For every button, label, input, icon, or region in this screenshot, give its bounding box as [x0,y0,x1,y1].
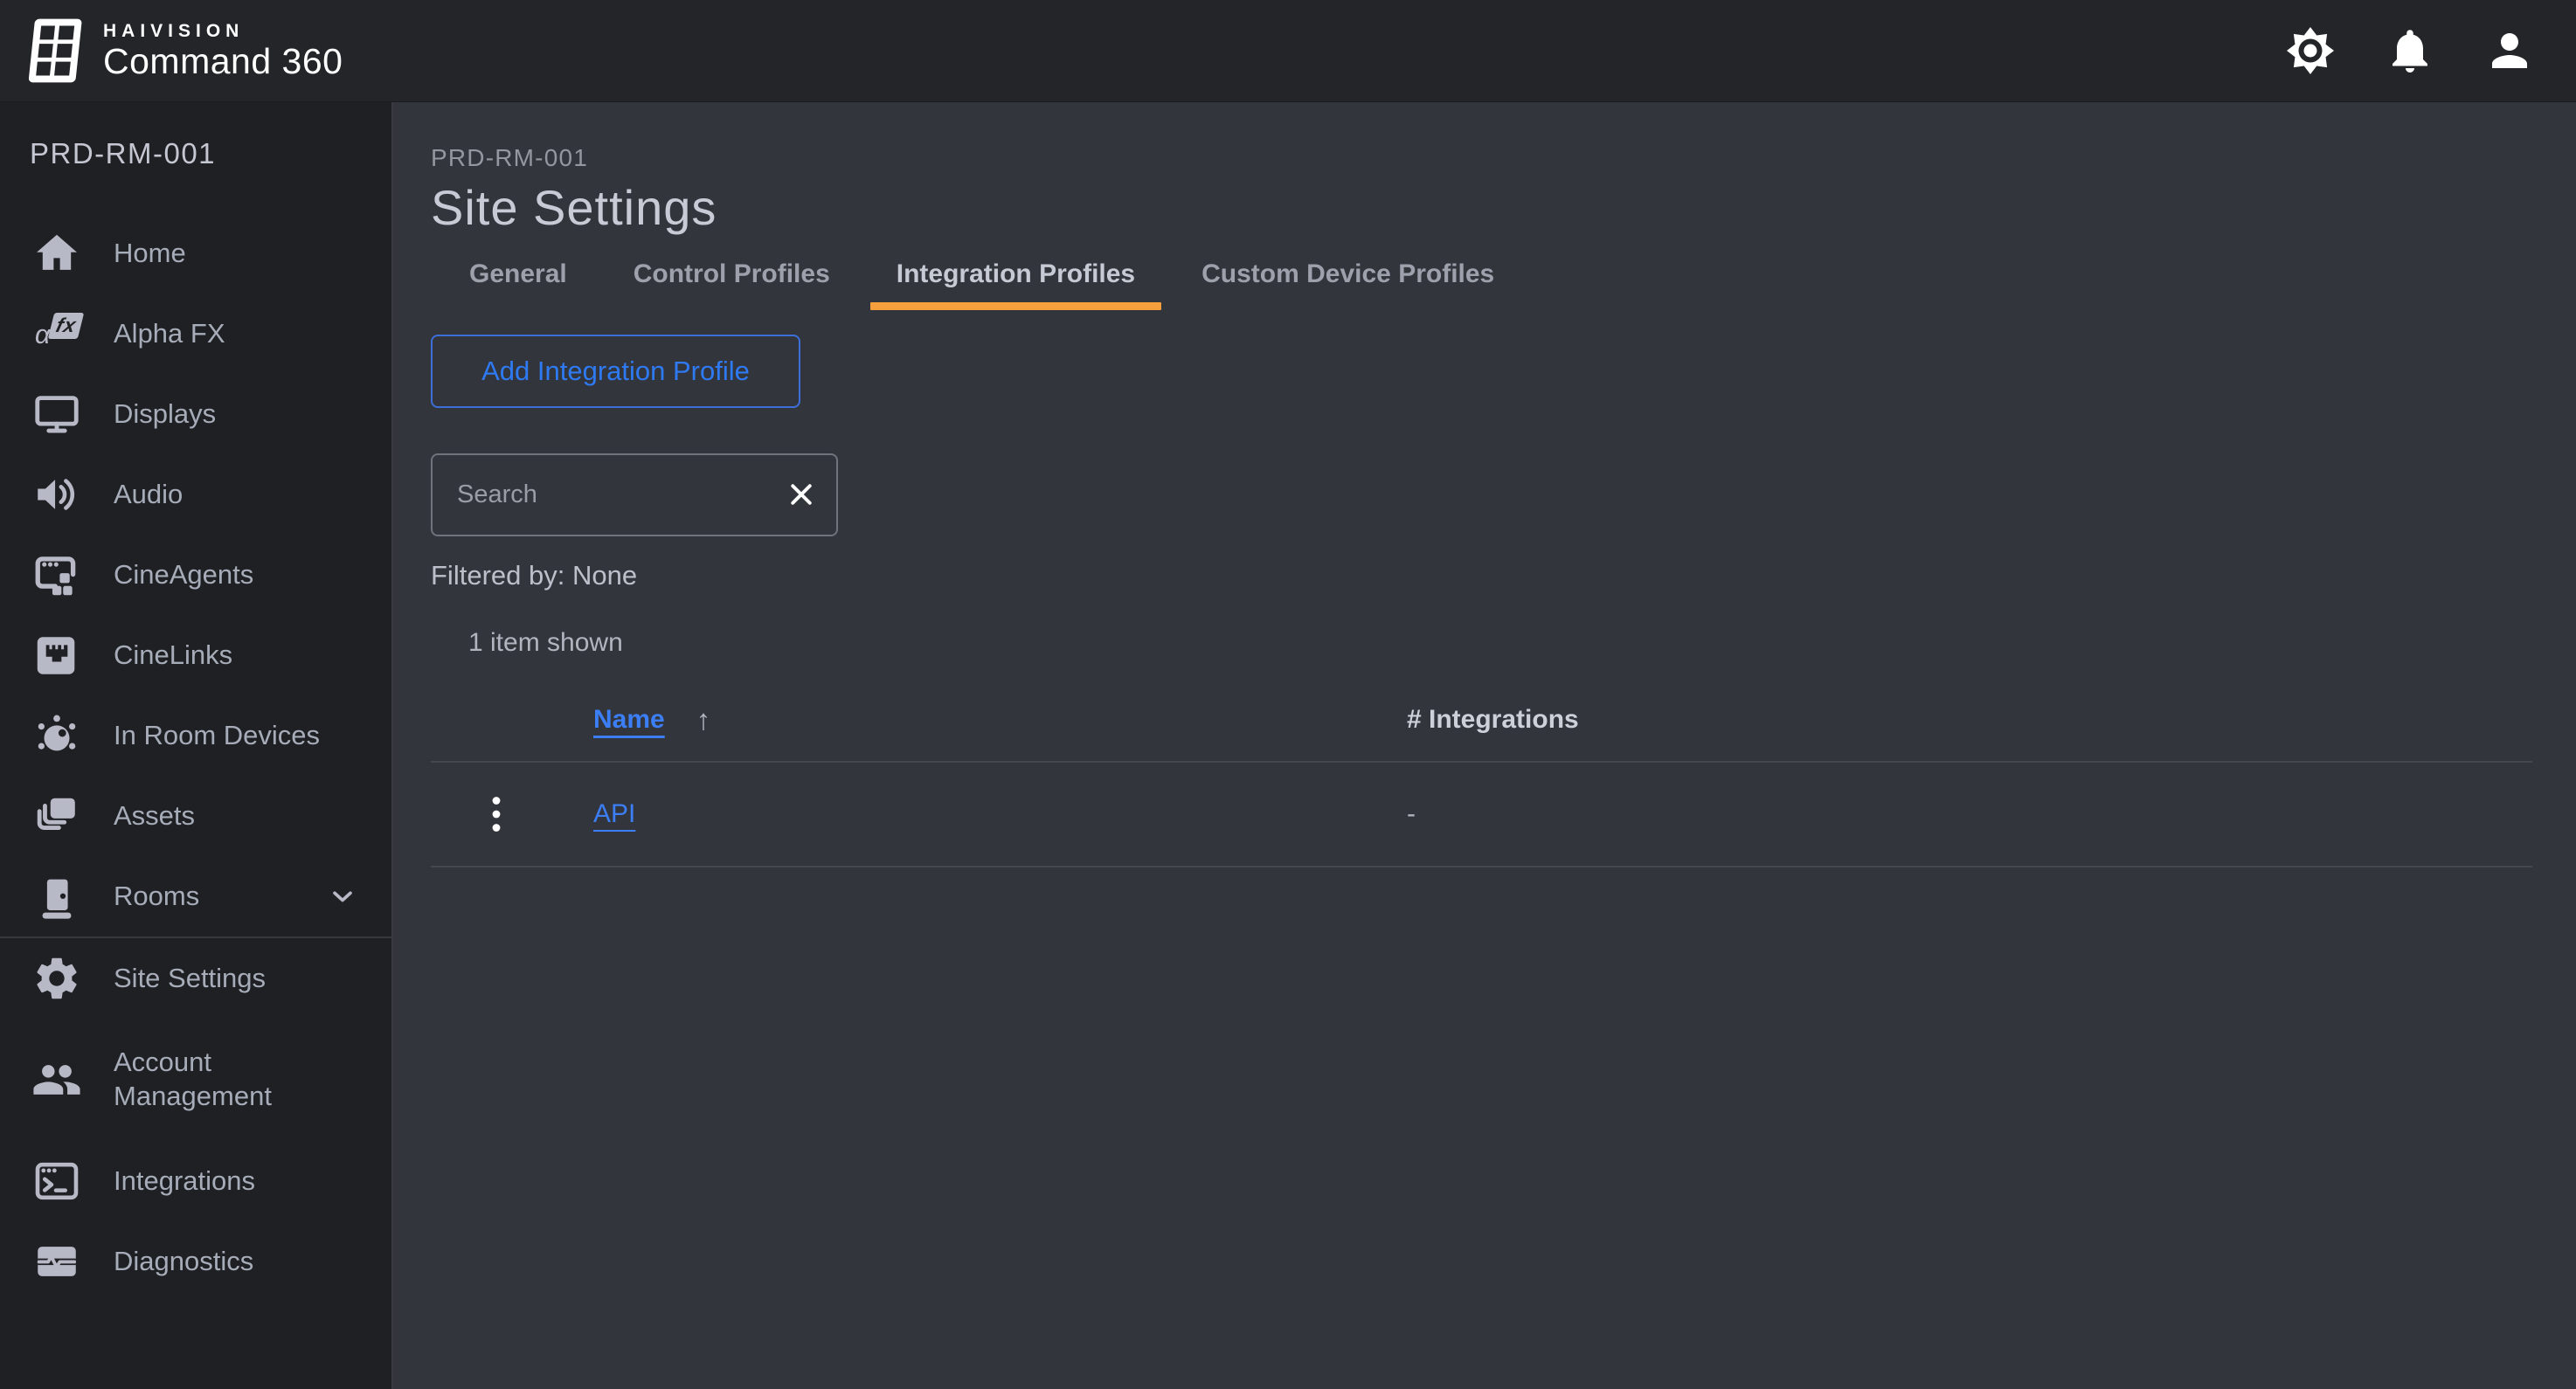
integration-profiles-table: Name ↑ # Integrations API [431,684,2532,867]
search-input[interactable] [455,480,786,510]
sidebar-item-label: Home [114,237,186,271]
filter-status: Filtered by: None [431,560,2532,591]
profile-link[interactable]: API [593,799,635,828]
ethernet-icon [30,630,84,681]
sidebar-room-name: PRD-RM-001 [0,102,391,170]
sidebar-item-label: Assets [114,799,195,833]
monitor-icon [30,389,84,439]
sidebar-item-in-room-devices[interactable]: In Room Devices [0,695,391,776]
notifications-button[interactable] [2384,24,2436,77]
terminal-window-icon [30,1156,84,1206]
sidebar-item-rooms[interactable]: Rooms [0,856,391,936]
close-icon [786,479,817,510]
door-icon [30,871,84,922]
kebab-menu-icon [476,794,516,834]
brand-product: Command 360 [103,44,343,79]
cog-icon [30,953,84,1004]
topbar-actions [2284,24,2536,77]
gear-icon [2284,24,2337,77]
sidebar-item-label: Displays [114,397,216,432]
row-name-cell: API [593,799,1407,829]
person-icon [2483,24,2536,77]
brand-logo[interactable]: HAIVISION Command 360 [19,13,343,88]
sidebar-item-label: Alpha FX [114,317,225,351]
haivision-logo-icon [19,13,86,88]
app-root: HAIVISION Command 360 [0,0,2576,1389]
sidebar-item-assets[interactable]: Assets [0,776,391,856]
topbar: HAIVISION Command 360 [0,0,2576,102]
sidebar-nav-primary: Home αfx Alpha FX [0,213,391,936]
sidebar-item-home[interactable]: Home [0,213,391,294]
sidebar-item-label: Account Management [114,1046,358,1114]
sidebar-item-diagnostics[interactable]: Diagnostics [0,1221,391,1302]
robot-device-icon [30,710,84,761]
people-icon [30,1054,84,1105]
table-header-row: Name ↑ # Integrations [431,684,2532,763]
name-sort-link[interactable]: Name [593,705,665,735]
add-integration-profile-button[interactable]: Add Integration Profile [431,335,800,408]
fx-glyph: fx [47,313,84,339]
tab-control-profiles[interactable]: Control Profiles [607,259,856,310]
account-button[interactable] [2483,24,2536,77]
tab-integration-profiles[interactable]: Integration Profiles [870,259,1161,310]
body-row: PRD-RM-001 Home αfx Alpha FX [0,102,2576,1389]
sidebar-item-label: Site Settings [114,962,266,996]
row-menu-button[interactable] [476,794,516,834]
tab-general[interactable]: General [443,259,593,310]
home-icon [30,228,84,279]
chevron-down-icon[interactable] [327,881,358,912]
tab-bar: General Control Profiles Integration Pro… [443,259,2532,310]
breadcrumb: PRD-RM-001 [431,144,2532,172]
sidebar-item-cineagents[interactable]: CineAgents [0,535,391,615]
sidebar-nav-secondary: Site Settings Account Management [0,938,391,1302]
speaker-icon [30,469,84,520]
row-integrations-cell: - [1407,799,2532,829]
sort-ascending-icon[interactable]: ↑ [696,703,711,736]
sidebar-item-alpha-fx[interactable]: αfx Alpha FX [0,294,391,374]
layers-stack-icon [30,791,84,841]
sidebar-item-label: In Room Devices [114,719,320,753]
clear-search-button[interactable] [786,479,817,510]
alpha-glyph: α [35,321,51,348]
cast-window-icon [30,549,84,600]
brand-text: HAIVISION Command 360 [103,22,343,79]
sidebar-item-displays[interactable]: Displays [0,374,391,454]
pulse-monitor-icon [30,1236,84,1287]
sidebar-item-label: CineLinks [114,639,232,673]
settings-button[interactable] [2284,24,2337,77]
sidebar-item-account-management[interactable]: Account Management [0,1019,391,1141]
sidebar-item-cinelinks[interactable]: CineLinks [0,615,391,695]
table-header-name: Name ↑ [593,703,1407,736]
page-title: Site Settings [431,181,2532,235]
sidebar-item-site-settings[interactable]: Site Settings [0,938,391,1019]
main-content: PRD-RM-001 Site Settings General Control… [393,102,2576,1389]
sidebar-item-label: Audio [114,478,183,512]
table-header-integrations: # Integrations [1407,705,2532,735]
bell-icon [2384,24,2436,77]
sidebar: PRD-RM-001 Home αfx Alpha FX [0,102,393,1389]
search-box [431,453,838,536]
table-row: API - [431,763,2532,867]
brand-name: HAIVISION [103,22,343,40]
sidebar-item-label: Rooms [114,880,199,914]
sidebar-item-label: Integrations [114,1164,255,1199]
sidebar-item-integrations[interactable]: Integrations [0,1141,391,1221]
sidebar-item-label: Diagnostics [114,1245,253,1279]
tab-custom-device-profiles[interactable]: Custom Device Profiles [1175,259,1520,310]
items-shown-count: 1 item shown [468,628,2532,658]
sidebar-item-audio[interactable]: Audio [0,454,391,535]
sidebar-item-label: CineAgents [114,558,253,592]
alpha-fx-icon: αfx [30,321,84,348]
